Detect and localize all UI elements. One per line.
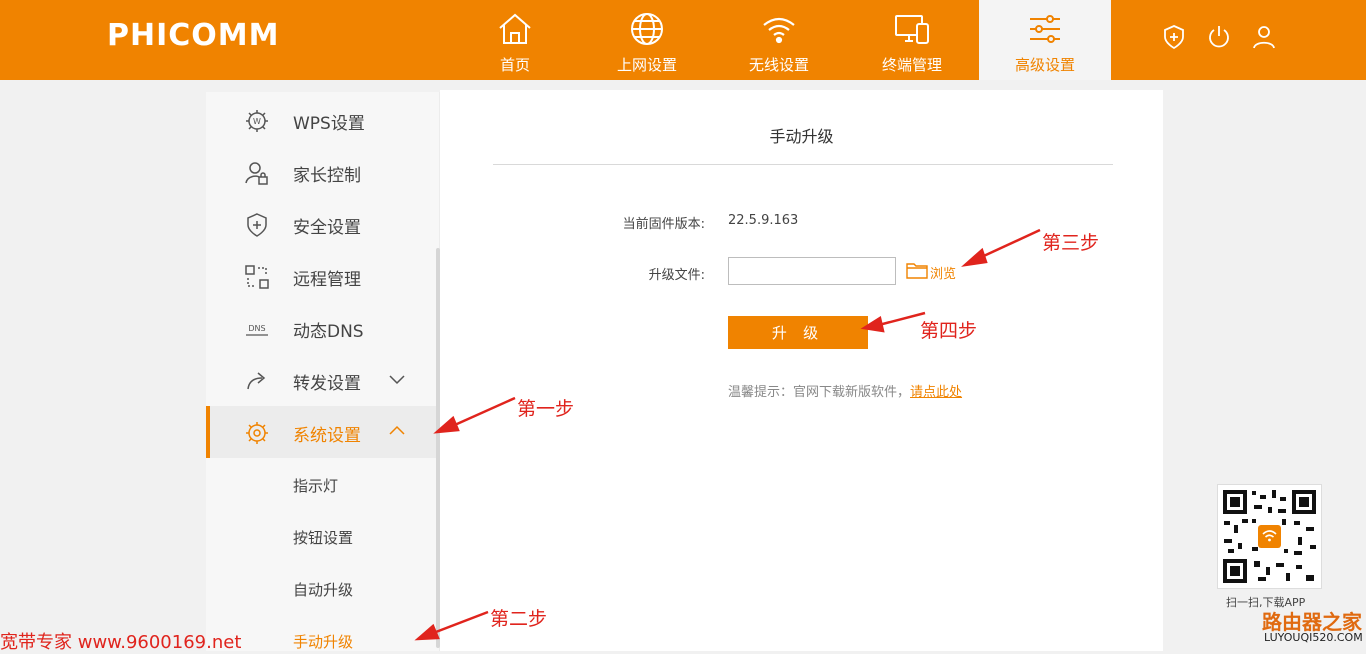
wifi-icon (763, 17, 795, 44)
folder-icon (906, 263, 928, 279)
nav-internet-settings[interactable]: 上网设置 (581, 0, 713, 80)
sidebar-item-label: WPS设置 (293, 114, 365, 134)
chevron-up-icon (389, 425, 405, 435)
firmware-version-value: 22.5.9.163 (728, 213, 799, 228)
watermark-left: 宽带专家 www.9600169.net (0, 632, 242, 653)
nav-advanced-label: 高级设置 (1014, 56, 1075, 74)
sidebar-menu: W WPS设置 家长控制 安全设置 远程管理 DNS 动态DNS 转发设置 系统… (206, 92, 440, 651)
download-app-qr-code (1217, 484, 1322, 589)
page-title: 手动升级 (769, 127, 834, 146)
sidebar-item-label: 系统设置 (293, 426, 361, 446)
remote-icon (245, 265, 269, 289)
wps-gear-icon: W (246, 110, 268, 132)
annotation-step1: 第一步 (517, 398, 575, 420)
svg-text:W: W (253, 117, 261, 126)
sidebar-item-dynamic-dns[interactable]: DNS 动态DNS (206, 302, 439, 354)
tip-text: 温馨提示：官网下载新版软件， (728, 385, 911, 400)
sidebar-item-parental-control[interactable]: 家长控制 (206, 146, 439, 198)
nav-advanced-settings[interactable]: 高级设置 (979, 0, 1111, 80)
nav-home[interactable]: 首页 (449, 0, 581, 80)
nav-wireless-settings[interactable]: 无线设置 (713, 0, 845, 80)
sidebar-subitem-auto-upgrade[interactable]: 自动升级 (206, 562, 439, 614)
top-navigation-bar: PHICOMM 首页 上网设置 无线设置 终端管理 高级设置 (0, 0, 1366, 80)
nav-device-management[interactable]: 终端管理 (846, 0, 978, 80)
sidebar-item-remote-management[interactable]: 远程管理 (206, 250, 439, 302)
annotation-step2: 第二步 (490, 608, 548, 630)
forward-icon (247, 372, 266, 390)
sliders-icon (1030, 15, 1060, 43)
nav-devices-label: 终端管理 (881, 56, 942, 74)
nav-home-label: 首页 (499, 56, 530, 74)
nav-internet-label: 上网设置 (616, 56, 677, 74)
annotation-step4: 第四步 (920, 320, 978, 342)
sidebar-item-label: 安全设置 (293, 218, 361, 238)
shield-plus-icon[interactable] (1161, 24, 1187, 50)
phicomm-logo: PHICOMM (107, 18, 280, 53)
title-divider (493, 164, 1113, 165)
sidebar-item-wps[interactable]: W WPS设置 (206, 94, 439, 146)
nav-wireless-label: 无线设置 (748, 56, 809, 74)
sidebar-subitem-button-settings[interactable]: 按钮设置 (206, 510, 439, 562)
browse-label: 浏览 (930, 267, 957, 282)
sidebar-item-label: 动态DNS (293, 322, 364, 342)
globe-icon (631, 13, 663, 45)
parent-lock-icon (245, 162, 268, 185)
download-link[interactable]: 请点此处 (910, 385, 962, 400)
watermark-right-subtitle: LUYOUQI520.COM (1264, 631, 1363, 644)
sidebar-subitem-label: 指示灯 (293, 477, 339, 495)
upgrade-file-input[interactable] (728, 257, 896, 285)
sidebar-item-label: 转发设置 (293, 374, 361, 394)
sidebar-subitem-indicator-light[interactable]: 指示灯 (206, 458, 439, 510)
sidebar-item-system-settings[interactable]: 系统设置 (206, 406, 439, 458)
power-icon[interactable] (1206, 24, 1232, 50)
devices-icon (895, 15, 929, 44)
sidebar-subitem-label: 按钮设置 (293, 529, 354, 547)
user-icon[interactable] (1251, 24, 1277, 50)
sidebar-item-label: 远程管理 (293, 270, 361, 290)
settings-gear-icon (246, 422, 268, 444)
sidebar-subitem-label: 手动升级 (293, 633, 354, 651)
svg-text:DNS: DNS (248, 324, 265, 333)
annotation-step3: 第三步 (1042, 232, 1100, 254)
upgrade-tip: 温馨提示：官网下载新版软件，请点此处 (728, 381, 962, 400)
upgrade-file-label: 升级文件: (648, 268, 705, 283)
firmware-version-label: 当前固件版本: (622, 217, 705, 232)
chevron-down-icon (389, 375, 405, 385)
sidebar-item-security[interactable]: 安全设置 (206, 198, 439, 250)
shield-plus-icon (247, 213, 267, 237)
home-icon (499, 13, 531, 44)
sidebar-subitem-label: 自动升级 (293, 581, 354, 599)
upgrade-button[interactable]: 升 级 (728, 316, 868, 349)
manual-upgrade-panel: 手动升级 当前固件版本: 22.5.9.163 升级文件: 浏览 升 级 温馨提… (440, 90, 1163, 651)
dns-icon: DNS (246, 324, 268, 336)
sidebar-item-forwarding[interactable]: 转发设置 (206, 354, 439, 406)
sidebar-item-label: 家长控制 (293, 166, 361, 186)
